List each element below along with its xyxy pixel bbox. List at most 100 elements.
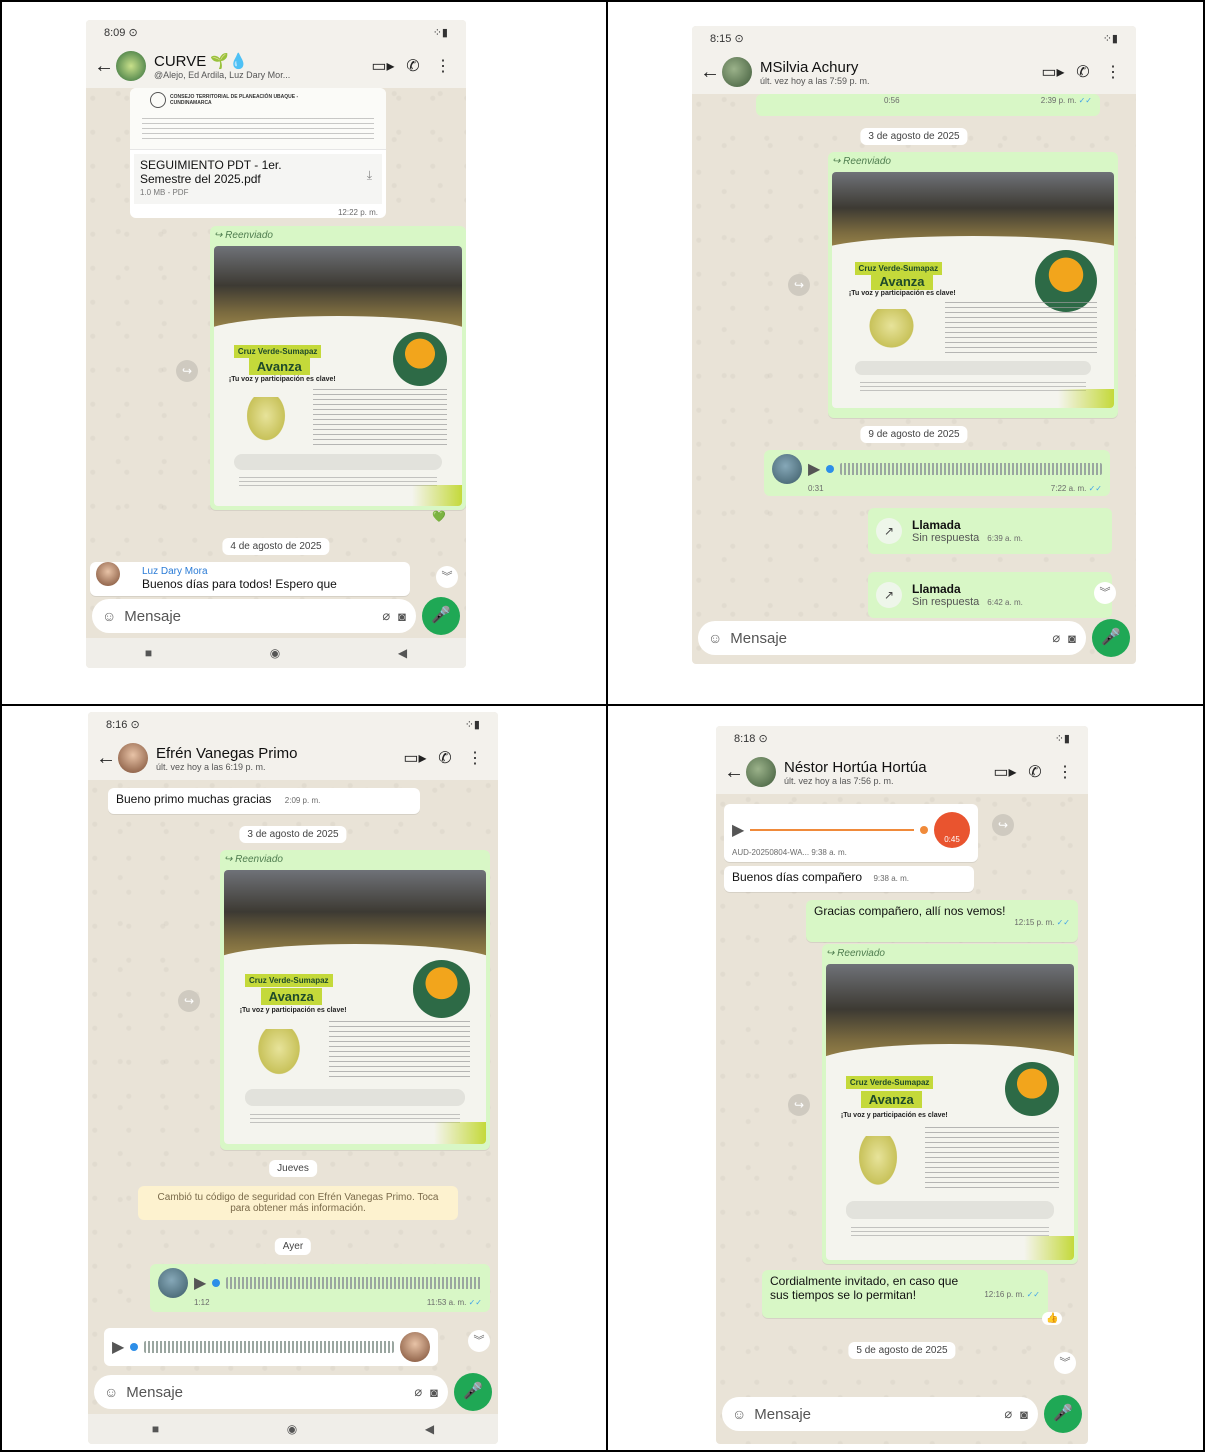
scroll-down-button[interactable]: ︾ [1054,1352,1076,1374]
play-icon[interactable]: ▶ [808,459,820,479]
message-input[interactable]: ☺ Mensaje ⌀ ◙ [698,621,1086,655]
share-icon[interactable]: ↪ [176,360,198,382]
video-call-icon[interactable]: ▭▸ [400,748,430,768]
attach-icon[interactable]: ⌀ [382,608,390,624]
share-icon[interactable]: ↪ [788,1094,810,1116]
voice-call-icon[interactable]: ✆ [1068,62,1098,82]
mic-button[interactable]: 🎤 [1044,1395,1082,1433]
message-input[interactable]: ☺ Mensaje ⌀ ◙ [92,599,416,633]
nav-back-icon[interactable]: ◀ [398,646,407,660]
forwarded-poster-message[interactable]: ↪ Reenviado Cruz Verde-Sumapaz Avanza ¡T… [822,944,1078,1264]
recents-icon[interactable]: ■ [145,646,152,660]
emoji-icon[interactable]: ☺ [102,608,116,624]
home-icon[interactable]: ◉ [270,646,280,660]
camera-icon[interactable]: ◙ [398,609,406,624]
event-poster-image[interactable]: Cruz Verde-Sumapaz Avanza ¡Tu voz y part… [214,246,462,506]
chat-title[interactable]: MSilvia Achury últ. vez hoy a las 7:59 p… [760,59,1038,86]
sender-avatar[interactable] [96,562,120,586]
emoji-icon[interactable]: ☺ [708,630,722,646]
outgoing-message[interactable]: Gracias compañero, allí nos vemos! 12:15… [806,900,1078,942]
audio-message[interactable]: ▶ 0:31 7:22 a. m. ✓✓ [764,450,1110,496]
video-call-icon[interactable]: ▭▸ [368,56,398,76]
mic-button[interactable]: 🎤 [1092,619,1130,657]
voice-call-icon[interactable]: ✆ [430,748,460,768]
message-input[interactable]: ☺ Mensaje ⌀ ◙ [722,1397,1038,1431]
audio-waveform[interactable] [840,463,1102,475]
message-composer: ☺ Mensaje ⌀ ◙ 🎤 [716,1392,1088,1436]
group-avatar[interactable] [116,51,146,81]
voice-call-icon[interactable]: ✆ [1020,762,1050,782]
event-poster-image[interactable]: Cruz Verde-Sumapaz Avanza ¡Tu voz y part… [826,964,1074,1260]
incoming-audio-message[interactable]: ▶ [104,1328,438,1366]
play-icon[interactable]: ▶ [112,1337,124,1357]
play-icon[interactable]: ▶ [194,1273,206,1293]
event-poster-image[interactable]: Cruz Verde-Sumapaz Avanza ¡Tu voz y part… [832,172,1114,408]
scroll-down-button[interactable]: ︾ [436,566,458,588]
chat-title[interactable]: Néstor Hortúa Hortúa últ. vez hoy a las … [784,759,990,786]
forwarded-poster-message[interactable]: ↪ Reenviado Cruz Verde-Sumapaz Avanza ¡T… [220,850,490,1150]
mic-button[interactable]: 🎤 [422,597,460,635]
audio-waveform[interactable] [226,1277,482,1289]
share-icon[interactable]: ↪ [178,990,200,1012]
download-icon[interactable]: ⤓ [367,168,372,182]
home-icon[interactable]: ◉ [287,1422,297,1436]
contact-avatar[interactable] [118,743,148,773]
more-options-icon[interactable]: ⋮ [1098,62,1128,82]
forwarded-poster-message[interactable]: ↪ Reenviado Cruz Verde-Sumapaz Avanza ¡T… [828,152,1118,418]
emoji-icon[interactable]: ☺ [104,1384,118,1400]
group-message[interactable]: Luz Dary Mora Buenos días para todos! Es… [90,562,410,596]
recents-icon[interactable]: ■ [152,1422,159,1436]
incoming-message[interactable]: Bueno primo muchas gracias 2:09 p. m. [108,788,420,814]
voice-call-icon[interactable]: ✆ [398,56,428,76]
audio-message-top[interactable]: 0:56 2:39 p. m. ✓✓ [756,94,1100,116]
incoming-audio-file[interactable]: ▶ 0:45 AUD-20250804-WA... 9:38 a. m. [724,804,978,862]
audio-progress-dot[interactable] [826,465,835,473]
audio-waveform[interactable] [144,1341,394,1353]
chat-title[interactable]: CURVE 🌱💧 @Alejo, Ed Ardila, Luz Dary Mor… [154,52,368,80]
share-icon[interactable]: ↪ [992,814,1014,836]
contact-avatar[interactable] [722,57,752,87]
mic-button[interactable]: 🎤 [454,1373,492,1411]
attach-icon[interactable]: ⌀ [1052,630,1060,646]
pdf-message[interactable]: CONSEJO TERRITORIAL DE PLANEACIÓN UBAQUE… [130,88,386,218]
video-call-icon[interactable]: ▭▸ [1038,62,1068,82]
audio-progress-dot[interactable] [920,826,928,834]
more-options-icon[interactable]: ⋮ [460,748,490,768]
outgoing-message[interactable]: Cordialmente invitado, en caso que sus t… [762,1270,1048,1318]
camera-icon[interactable]: ◙ [430,1385,438,1400]
more-options-icon[interactable]: ⋮ [428,56,458,76]
missed-call-message[interactable]: ↗ Llamada Sin respuesta 6:39 a. m. [868,508,1112,554]
scroll-down-button[interactable]: ︾ [468,1330,490,1352]
event-poster-image[interactable]: Cruz Verde-Sumapaz Avanza ¡Tu voz y part… [224,870,486,1144]
last-seen: últ. vez hoy a las 6:19 p. m. [156,761,266,772]
audio-progress-bar[interactable] [750,829,914,831]
share-icon[interactable]: ↪ [788,274,810,296]
more-options-icon[interactable]: ⋮ [1050,762,1080,782]
audio-progress-dot[interactable] [212,1279,221,1287]
audio-message[interactable]: ▶ 1:12 11:53 a. m. ✓✓ [150,1264,490,1312]
attach-icon[interactable]: ⌀ [1004,1406,1012,1422]
play-icon[interactable]: ▶ [732,820,744,840]
scroll-down-button[interactable]: ︾ [1094,582,1116,604]
message-placeholder: Mensaje [124,607,181,625]
back-arrow-icon[interactable]: ← [96,747,116,770]
nav-back-icon[interactable]: ◀ [425,1422,434,1436]
missed-call-message[interactable]: ↗ Llamada Sin respuesta 6:42 a. m. [868,572,1112,618]
contact-avatar[interactable] [746,757,776,787]
camera-icon[interactable]: ◙ [1020,1407,1028,1422]
audio-duration: 0:56 [884,96,900,105]
chat-title[interactable]: Efrén Vanegas Primo últ. vez hoy a las 6… [156,745,400,772]
message-composer: ☺ Mensaje ⌀ ◙ 🎤 [86,594,466,638]
back-arrow-icon[interactable]: ← [700,61,720,84]
audio-progress-dot[interactable] [130,1343,139,1351]
forwarded-poster-message[interactable]: ↪ Reenviado Cruz Verde-Sumapaz Avanza ¡T… [210,226,466,510]
attach-icon[interactable]: ⌀ [414,1384,422,1400]
security-code-notice[interactable]: Cambió tu código de seguridad con Efrén … [138,1186,458,1220]
incoming-message[interactable]: Buenos días compañero 9:38 a. m. [724,866,974,892]
message-input[interactable]: ☺ Mensaje ⌀ ◙ [94,1375,448,1409]
camera-icon[interactable]: ◙ [1068,631,1076,646]
back-arrow-icon[interactable]: ← [724,761,744,784]
emoji-icon[interactable]: ☺ [732,1406,746,1422]
back-arrow-icon[interactable]: ← [94,55,114,78]
video-call-icon[interactable]: ▭▸ [990,762,1020,782]
